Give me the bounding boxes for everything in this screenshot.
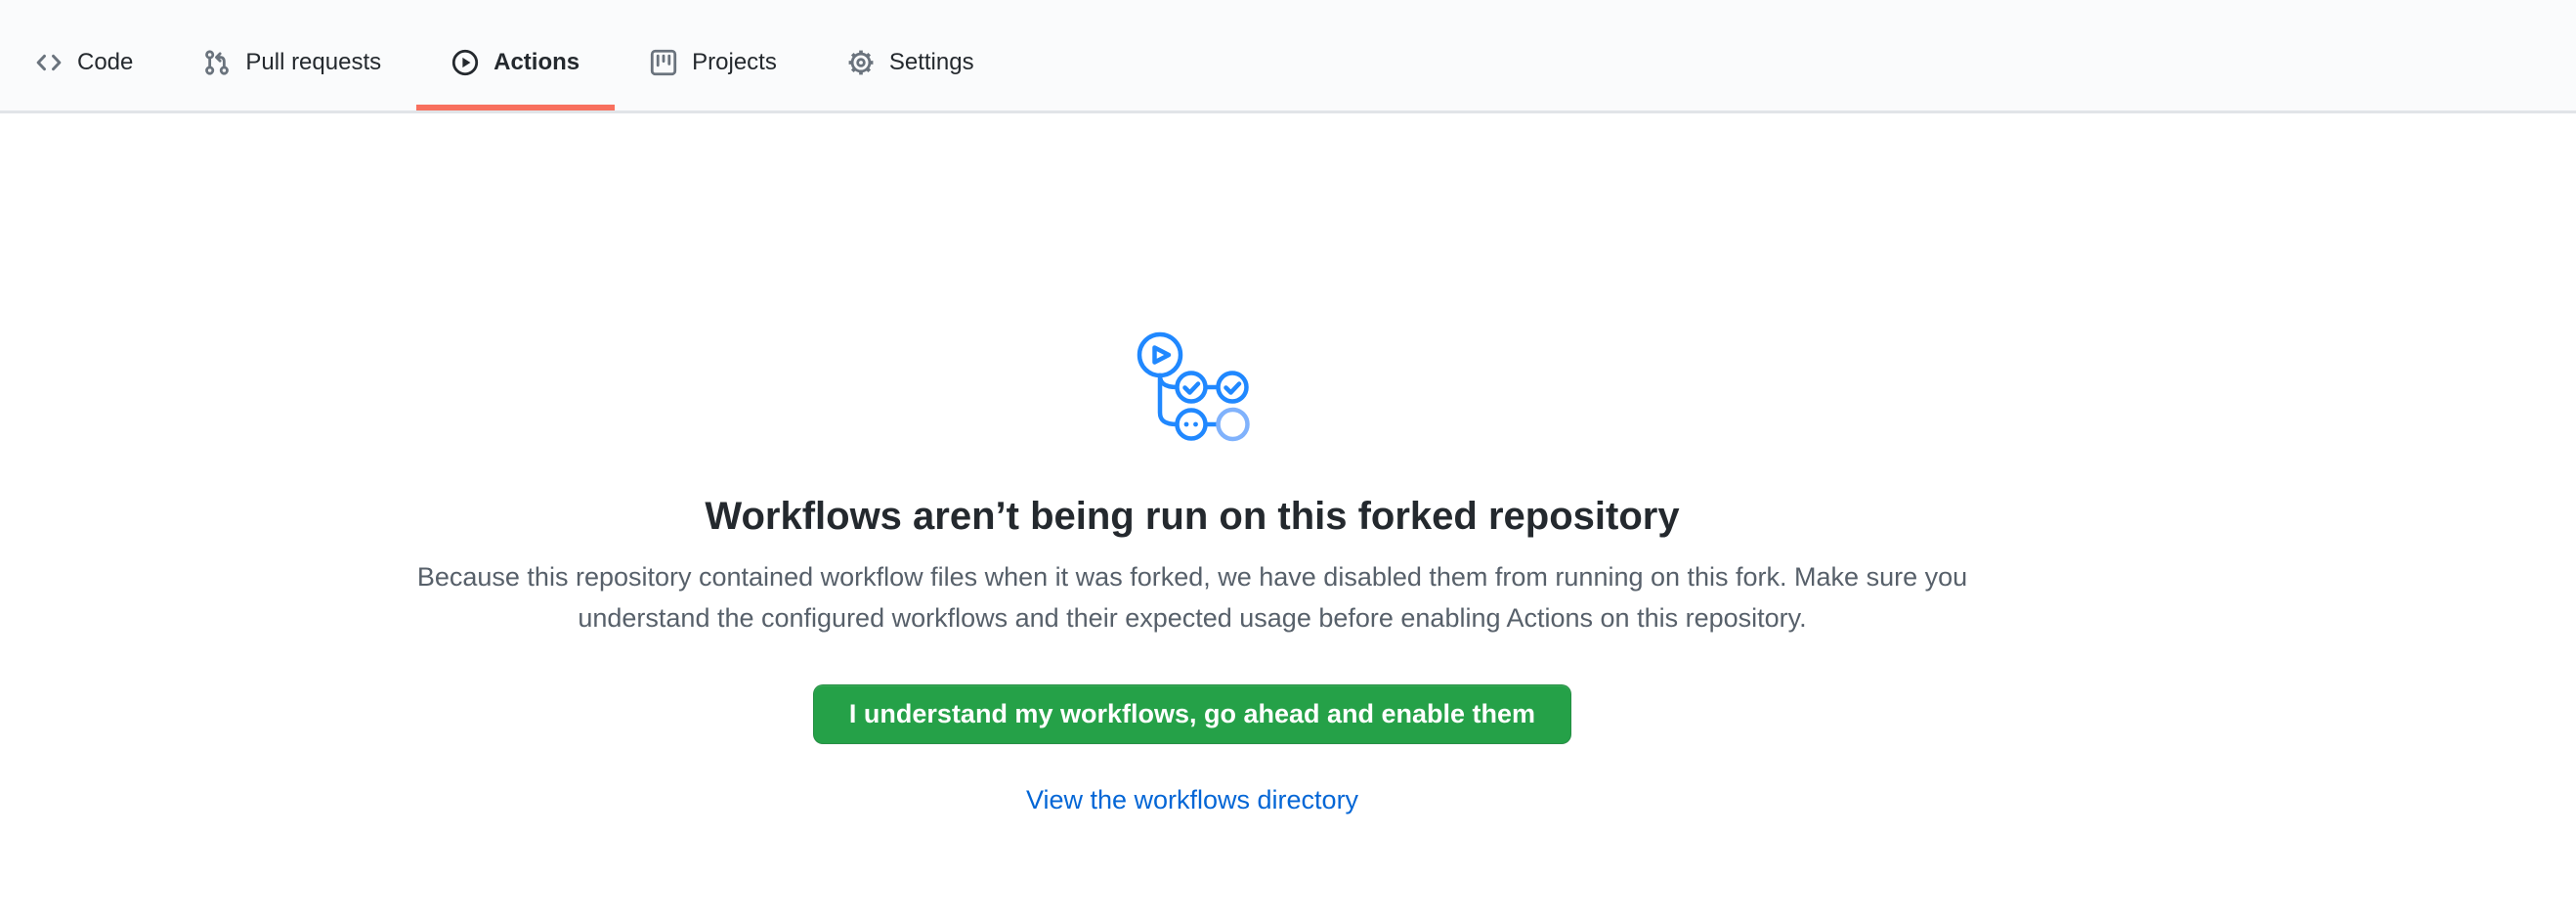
tab-label: Projects [692,49,777,76]
tab-label: Pull requests [245,49,381,76]
enable-workflows-button[interactable]: I understand my workflows, go ahead and … [813,684,1571,744]
gear-icon [847,49,875,76]
repo-tab-bar: Code Pull requests Actions [0,0,2576,113]
page-title: Workflows aren’t being run on this forke… [705,492,1679,541]
git-pull-request-icon [203,49,231,76]
code-icon [35,49,63,76]
tab-label: Actions [494,49,580,76]
tab-pull-requests[interactable]: Pull requests [168,14,416,110]
tab-code[interactable]: Code [0,14,168,110]
tab-projects[interactable]: Projects [615,14,812,110]
tab-settings[interactable]: Settings [812,14,1009,110]
tab-actions[interactable]: Actions [416,14,615,110]
tab-label: Settings [889,49,974,76]
project-icon [650,49,677,76]
play-icon [451,49,479,76]
page-description: Because this repository contained workfl… [404,556,1982,638]
workflow-graph-icon [1135,330,1250,443]
workflows-directory-link[interactable]: View the workflows directory [1026,785,1358,815]
actions-blankslate: Workflows aren’t being run on this forke… [0,113,2384,815]
tab-label: Code [77,49,133,76]
